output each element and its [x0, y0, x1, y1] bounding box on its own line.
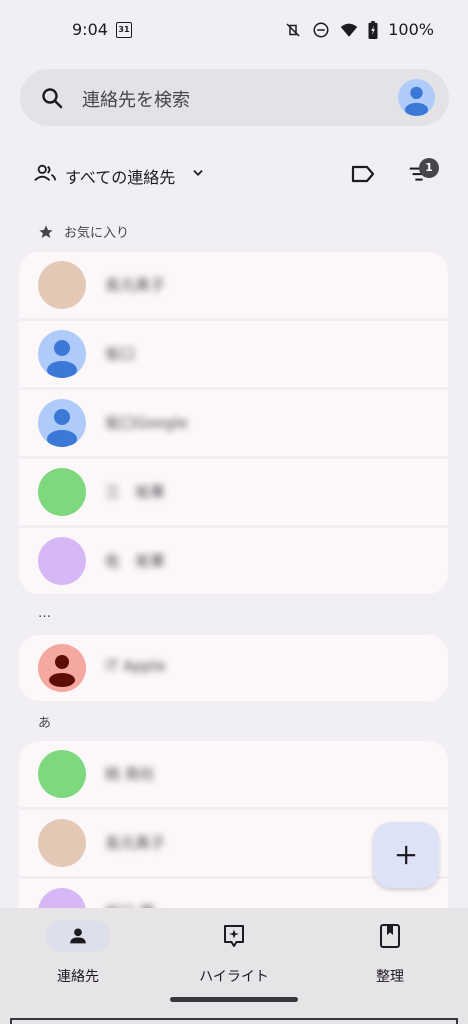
nav-item-highlights[interactable]: ハイライト [174, 908, 294, 986]
contact-name: 三 坂果 [105, 483, 166, 501]
battery-percent: 100% [388, 20, 434, 39]
star-icon [39, 224, 53, 238]
avatar [38, 537, 86, 585]
contact-name: 長元真子 [105, 834, 166, 852]
avatar [38, 330, 86, 378]
search-bar[interactable]: 連絡先を検索 [20, 69, 449, 126]
status-time: 9:04 [72, 20, 108, 39]
avatar [38, 819, 86, 867]
contact-name: 坂口Google [105, 414, 188, 432]
chevron-down-icon[interactable] [191, 166, 205, 180]
contact-name: 長元真子 [105, 276, 166, 294]
search-icon [42, 88, 63, 109]
search-placeholder: 連絡先を検索 [82, 90, 190, 111]
nav-label: ハイライト [199, 969, 269, 985]
nav-label: 連絡先 [57, 969, 99, 985]
misc-contacts-list: iT Apple [19, 635, 448, 701]
person-icon [70, 928, 86, 944]
nav-pill [358, 920, 422, 952]
contact-row[interactable]: 桃 商社 [19, 741, 448, 807]
misc-section-header: … [38, 606, 51, 621]
favorites-label: お気に入り [64, 226, 130, 241]
avatar [38, 750, 86, 798]
favorites-list: 長元真子 坂口 坂口Google 三 坂果 佐 坂果 [19, 252, 448, 594]
avatar [38, 644, 86, 692]
device-frame [10, 1018, 458, 1024]
contact-row[interactable]: 佐 坂果 [19, 528, 448, 594]
nav-label: 整理 [376, 969, 404, 985]
battery-icon [368, 20, 378, 39]
contact-filter-dropdown[interactable]: すべての連絡先 [65, 164, 175, 188]
wifi-icon [341, 23, 358, 37]
contact-row[interactable]: iT Apple [19, 635, 448, 701]
status-icons: 100% [284, 20, 434, 39]
avatar [38, 261, 86, 309]
contact-name: iT Apple [105, 657, 166, 675]
dnd-icon [313, 22, 329, 37]
contact-row[interactable]: 三 坂果 [19, 459, 448, 525]
contact-row[interactable]: 坂口 [19, 321, 448, 387]
nav-item-organize[interactable]: 整理 [330, 908, 450, 986]
a-section-header: あ [38, 712, 51, 731]
contact-row[interactable]: 坂口Google [19, 390, 448, 456]
home-indicator[interactable] [170, 997, 298, 1002]
bookmark-icon [380, 924, 400, 948]
people-icon [34, 164, 56, 182]
plus-icon [396, 845, 416, 865]
label-icon[interactable] [350, 162, 376, 186]
contact-name: 佐 坂果 [105, 552, 166, 570]
contact-name: 桃 商社 [105, 765, 155, 783]
add-contact-button[interactable] [373, 822, 439, 888]
misc-section-label: … [38, 606, 51, 621]
contact-name: 坂口 [105, 345, 136, 363]
nav-pill [46, 920, 110, 952]
nav-pill [202, 920, 266, 952]
mute-vibrate-icon [286, 22, 300, 37]
avatar [38, 399, 86, 447]
filter-row: すべての連絡先 1 [0, 155, 468, 195]
a-section-label: あ [38, 716, 52, 731]
bottom-navigation: 連絡先 ハイライト 整理 [0, 908, 468, 1024]
account-avatar[interactable] [398, 79, 435, 116]
contact-row[interactable]: 長元真子 [19, 252, 448, 318]
calendar-icon: 31 [116, 22, 132, 38]
nav-item-contacts[interactable]: 連絡先 [18, 908, 138, 986]
favorites-header: お気に入り [38, 222, 129, 241]
avatar [38, 468, 86, 516]
sort-badge: 1 [419, 158, 439, 178]
highlight-icon [224, 925, 244, 947]
status-bar: 9:04 31 100% [0, 0, 468, 60]
